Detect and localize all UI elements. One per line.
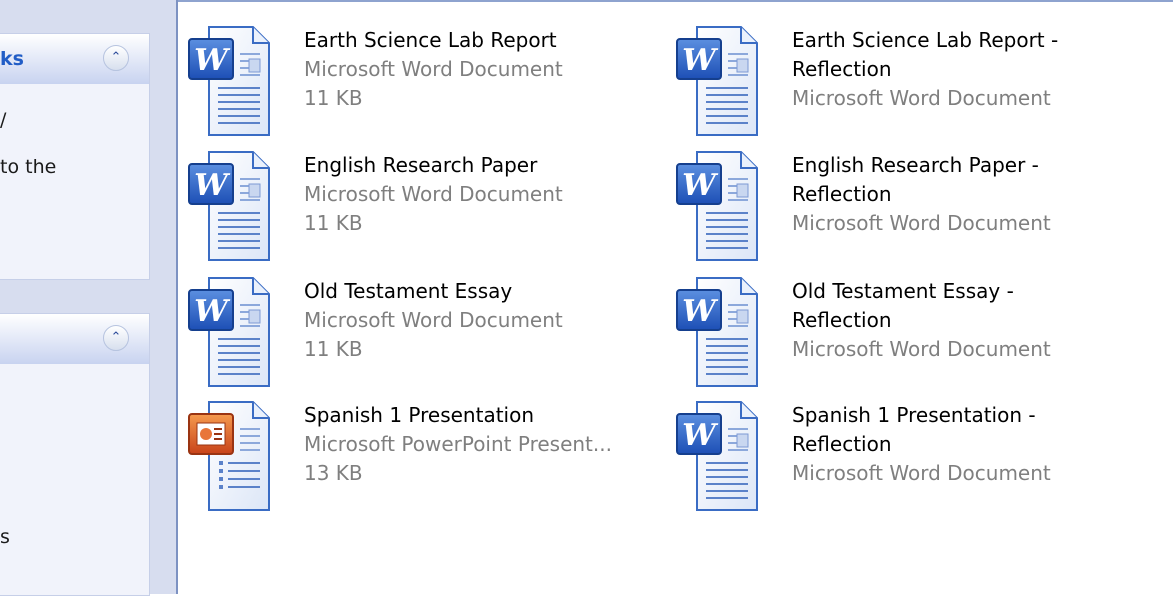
word-document-icon [188,277,270,387]
file-size: 11 KB [304,337,363,361]
file-type: Microsoft Word Document [792,337,1051,361]
task-panel-2-line-1[interactable]: s [0,526,10,548]
file-size: 11 KB [304,86,363,110]
file-name: Old Testament Essay - [792,279,1014,303]
word-document-icon [676,401,758,511]
task-panel-2: ⌃ s [0,313,150,596]
file-type: Microsoft Word Document [792,461,1051,485]
word-document-icon [676,26,758,136]
file-name: English Research Paper - [792,153,1039,177]
file-name-continued: Reflection [792,308,892,332]
word-document-icon [188,151,270,261]
file-name-continued: Reflection [792,182,892,206]
word-document-icon [676,151,758,261]
word-document-icon [676,277,758,387]
task-panel-1-line-2[interactable]: to the [0,156,56,178]
file-name-continued: Reflection [792,432,892,456]
collapse-chevron-icon[interactable]: ⌃ [103,45,129,71]
task-panel-1-title: ks [0,48,24,70]
task-panel-2-header[interactable]: ⌃ [0,314,149,364]
file-name: Spanish 1 Presentation - [792,403,1036,427]
task-panel-1-header[interactable]: ks ⌃ [0,34,149,84]
file-type: Microsoft Word Document [304,182,563,206]
powerpoint-document-icon [188,401,270,511]
file-type: Microsoft Word Document [304,308,563,332]
task-panel-1-line-1[interactable]: / [0,109,6,131]
file-name: Earth Science Lab Report [304,28,557,52]
file-name: Old Testament Essay [304,279,513,303]
file-name-continued: Reflection [792,57,892,81]
file-type: Microsoft PowerPoint Present... [304,432,612,456]
file-type: Microsoft Word Document [792,211,1051,235]
file-name: Earth Science Lab Report - [792,28,1059,52]
pane-divider[interactable] [176,0,178,594]
task-panel-1: ks ⌃ / to the [0,33,150,280]
file-name: Spanish 1 Presentation [304,403,535,427]
file-type: Microsoft Word Document [304,57,563,81]
task-pane: ks ⌃ / to the ⌃ s [0,0,176,596]
file-type: Microsoft Word Document [792,86,1051,110]
view-top-border [178,0,1173,2]
collapse-chevron-icon[interactable]: ⌃ [103,325,129,351]
file-size: 11 KB [304,211,363,235]
file-size: 13 KB [304,461,363,485]
file-name: English Research Paper [304,153,538,177]
word-document-icon [188,26,270,136]
